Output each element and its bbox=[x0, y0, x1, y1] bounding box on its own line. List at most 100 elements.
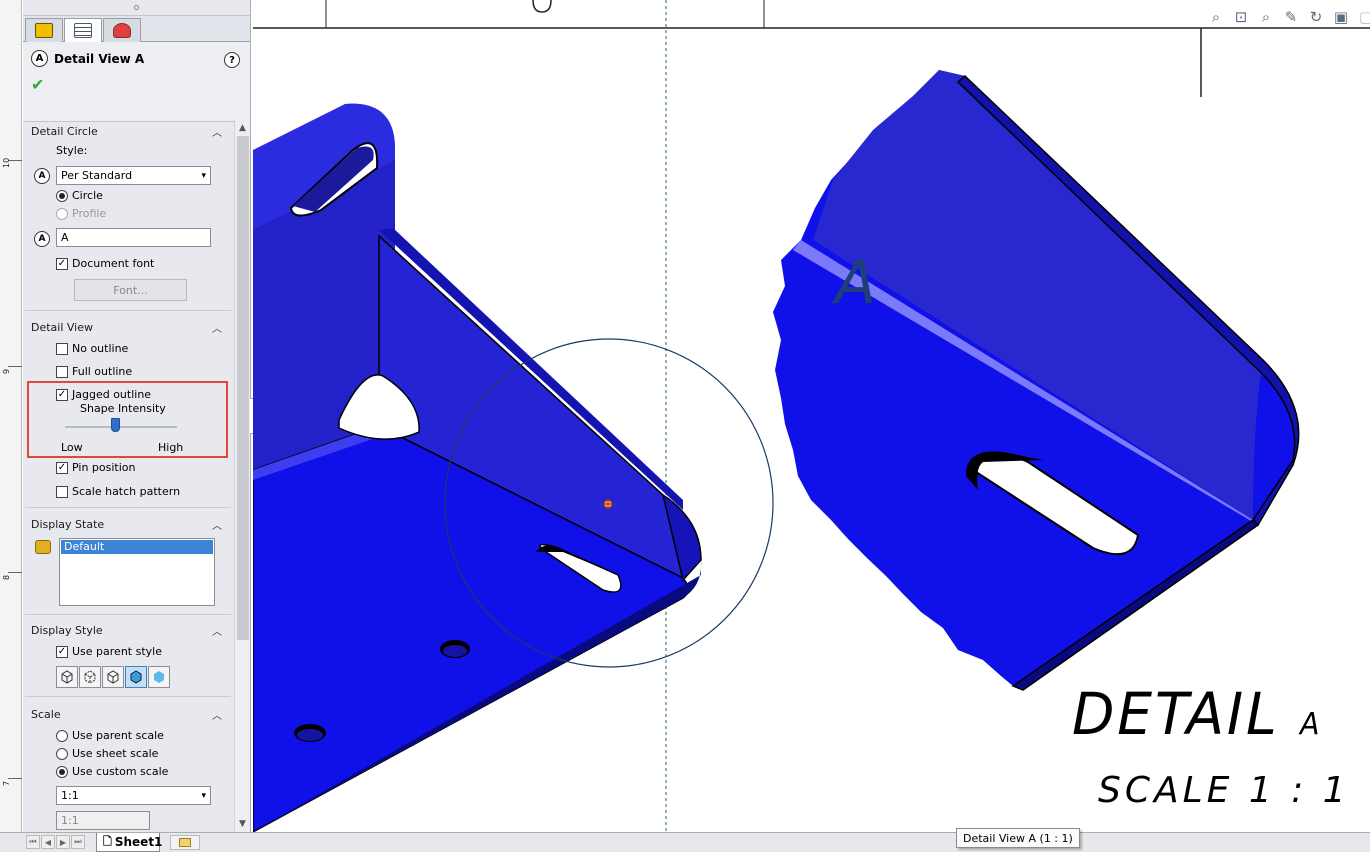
full-outline-checkbox[interactable]: Full outline bbox=[56, 365, 132, 378]
checkbox-icon[interactable] bbox=[56, 365, 68, 378]
style-dropdown[interactable]: Per Standard ▾ bbox=[56, 166, 211, 185]
collapse-chevron-icon[interactable]: ︿ bbox=[212, 320, 222, 335]
no-outline-checkbox[interactable]: No outline bbox=[56, 342, 128, 355]
intensity-slider-track[interactable] bbox=[65, 426, 177, 428]
display-style-section: Display Style ︿ bbox=[23, 619, 230, 641]
tab-display-manager[interactable] bbox=[103, 18, 141, 42]
zoom-to-area-icon[interactable]: ⊡ bbox=[1231, 7, 1251, 27]
vertical-scrollbar[interactable]: ▲ ▼ bbox=[234, 120, 250, 832]
radio-selected-icon[interactable] bbox=[56, 189, 68, 202]
use-parent-scale-label: Use parent scale bbox=[72, 729, 164, 742]
scale-header[interactable]: Scale ︿ bbox=[23, 703, 230, 725]
scrollbar-thumb[interactable] bbox=[237, 136, 249, 640]
feature-title: Detail View A bbox=[54, 51, 145, 66]
detail-view-header[interactable]: Detail View ︿ bbox=[23, 316, 230, 338]
profile-radio[interactable]: Profile bbox=[56, 207, 106, 220]
scale-section: Scale ︿ bbox=[23, 703, 230, 725]
display-style-header[interactable]: Display Style ︿ bbox=[23, 619, 230, 641]
ruler-label: 7 bbox=[2, 780, 11, 786]
sheet-tab[interactable]: 🗋 Sheet1 bbox=[96, 833, 163, 852]
circle-radio[interactable]: Circle bbox=[56, 189, 103, 202]
ruler-label: 9 bbox=[2, 368, 11, 374]
next-sheet-icon[interactable]: ▶ bbox=[56, 835, 70, 849]
first-sheet-icon[interactable]: ⏮ bbox=[26, 835, 40, 849]
use-parent-scale-radio[interactable]: Use parent scale bbox=[56, 729, 164, 742]
label-input[interactable]: A bbox=[56, 228, 211, 247]
drawing-canvas[interactable]: A ⌕ ⊡ ⌕ ✎ ↻ ▣ ▢ ▾ ◉ ▾ ● DETAIL A SCALE 1… bbox=[253, 0, 1370, 832]
radio-selected-icon[interactable] bbox=[56, 765, 68, 778]
detail-circle-header[interactable]: Detail Circle ︿ bbox=[23, 120, 230, 142]
view-label-a[interactable]: A bbox=[835, 248, 876, 318]
shaded-icon[interactable] bbox=[148, 666, 170, 688]
checkbox-icon[interactable] bbox=[56, 342, 68, 355]
custom-scale-dropdown[interactable]: 1:1 ▾ bbox=[56, 786, 211, 805]
scroll-down-icon[interactable]: ▼ bbox=[235, 816, 250, 832]
checkbox-checked-icon[interactable]: ✓ bbox=[56, 461, 68, 474]
sheet-icon: 🗋 bbox=[103, 834, 112, 848]
pan-icon[interactable]: ✎ bbox=[1281, 7, 1301, 27]
label-input-value: A bbox=[61, 231, 69, 244]
jagged-outline-checkbox[interactable]: ✓ Jagged outline bbox=[56, 388, 151, 401]
scroll-up-icon[interactable]: ▲ bbox=[235, 120, 250, 136]
previous-sheet-icon[interactable]: ◀ bbox=[41, 835, 55, 849]
use-sheet-scale-label: Use sheet scale bbox=[72, 747, 159, 760]
circle-style-icon: A bbox=[34, 168, 50, 184]
scale-hatch-checkbox[interactable]: Scale hatch pattern bbox=[56, 485, 180, 498]
low-label: Low bbox=[61, 441, 83, 454]
collapse-chevron-icon[interactable]: ︿ bbox=[212, 707, 222, 722]
detail-scale-label[interactable]: SCALE 1 : 1 bbox=[1098, 770, 1350, 811]
display-style-icon[interactable]: ▢ bbox=[1356, 7, 1370, 27]
radio-icon[interactable] bbox=[56, 207, 68, 220]
add-sheet-button[interactable] bbox=[170, 835, 200, 850]
custom-scale-field-value: 1:1 bbox=[61, 814, 79, 827]
ruler-label: 8 bbox=[2, 574, 11, 580]
vertical-ruler: 10 9 8 7 bbox=[0, 0, 22, 832]
wireframe-icon[interactable] bbox=[56, 666, 78, 688]
document-font-checkbox[interactable]: ✓ Document font bbox=[56, 257, 154, 270]
collapse-chevron-icon[interactable]: ︿ bbox=[212, 517, 222, 532]
checkbox-checked-icon[interactable]: ✓ bbox=[56, 645, 68, 658]
display-state-list[interactable]: Default bbox=[59, 538, 215, 606]
use-sheet-scale-radio[interactable]: Use sheet scale bbox=[56, 747, 158, 760]
circle-label: Circle bbox=[72, 189, 103, 202]
heads-up-toolbar: ⌕ ⊡ ⌕ ✎ ↻ ▣ ▢ ▾ ◉ ▾ ● bbox=[1206, 6, 1370, 28]
custom-scale-field[interactable]: 1:1 bbox=[56, 811, 150, 830]
checkbox-checked-icon[interactable]: ✓ bbox=[56, 257, 68, 270]
style-label: Style: bbox=[56, 144, 88, 157]
detail-label[interactable]: DETAIL A bbox=[1072, 680, 1319, 748]
display-state-item[interactable]: Default bbox=[61, 540, 213, 554]
radio-icon[interactable] bbox=[56, 747, 68, 760]
sheet-tab-label: Sheet1 bbox=[114, 835, 163, 849]
jagged-outline-label: Jagged outline bbox=[72, 388, 152, 401]
panel-grip[interactable] bbox=[23, 0, 250, 16]
section-title: Display Style bbox=[31, 623, 103, 637]
tab-property-manager[interactable] bbox=[64, 18, 102, 42]
checkbox-icon[interactable] bbox=[56, 485, 68, 498]
section-view-icon[interactable]: ▣ bbox=[1331, 7, 1351, 27]
font-button[interactable]: Font... bbox=[74, 279, 187, 301]
radio-icon[interactable] bbox=[56, 729, 68, 742]
hidden-lines-visible-icon[interactable] bbox=[79, 666, 101, 688]
zoom-in-out-icon[interactable]: ⌕ bbox=[1256, 7, 1276, 27]
help-icon[interactable]: ? bbox=[224, 52, 240, 68]
hidden-lines-removed-icon[interactable] bbox=[102, 666, 124, 688]
tab-feature-manager[interactable] bbox=[25, 18, 63, 42]
checkbox-checked-icon[interactable]: ✓ bbox=[56, 388, 68, 401]
detail-label-text: DETAIL bbox=[1072, 680, 1280, 748]
feature-tree-icon bbox=[35, 23, 53, 38]
last-sheet-icon[interactable]: ⏭ bbox=[71, 835, 85, 849]
zoom-to-fit-icon[interactable]: ⌕ bbox=[1206, 7, 1226, 27]
use-parent-style-label: Use parent style bbox=[72, 645, 162, 658]
collapse-chevron-icon[interactable]: ︿ bbox=[212, 124, 222, 139]
bracket-part-detail bbox=[773, 70, 1300, 691]
shaded-with-edges-icon[interactable] bbox=[125, 666, 147, 688]
sheet-tab-bar: ⏮ ◀ ▶ ⏭ 🗋 Sheet1 bbox=[0, 832, 1370, 852]
redraw-icon[interactable]: ↻ bbox=[1306, 7, 1326, 27]
display-state-header[interactable]: Display State ︿ bbox=[23, 513, 230, 535]
pin-position-checkbox[interactable]: ✓ Pin position bbox=[56, 461, 136, 474]
ok-checkmark-icon[interactable]: ✔ bbox=[31, 75, 242, 94]
use-custom-scale-radio[interactable]: Use custom scale bbox=[56, 765, 168, 778]
collapse-chevron-icon[interactable]: ︿ bbox=[212, 623, 222, 638]
intensity-slider-thumb[interactable] bbox=[111, 418, 121, 432]
use-parent-style-checkbox[interactable]: ✓ Use parent style bbox=[56, 645, 162, 658]
